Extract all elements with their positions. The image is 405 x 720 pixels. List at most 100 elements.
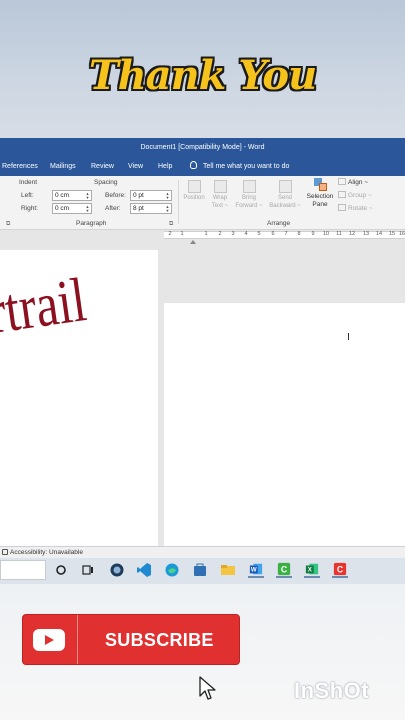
taskbar-search-box[interactable] (0, 560, 46, 580)
window-title: Document1 [Compatibility Mode] - Word (0, 138, 405, 158)
file-explorer-icon[interactable] (220, 562, 236, 578)
ribbon-layout: Indent Left: 0 cm ▲ ▼ Right: 0 cm ▲ ▼ Spac… (0, 176, 405, 230)
align-icon (338, 178, 346, 185)
ruler-tick: 10 (322, 231, 330, 237)
accessibility-icon (2, 549, 8, 555)
tell-me-search[interactable]: Tell me what you want to do (190, 158, 289, 176)
svg-text:C: C (281, 565, 288, 575)
ruler-tick: 1 (180, 231, 184, 237)
tab-references[interactable]: References (2, 158, 38, 176)
app-icon[interactable] (109, 562, 125, 578)
subscribe-button[interactable]: SUBSCRIBE (22, 614, 240, 665)
bring-forward-button[interactable]: Bring Forward ~ (233, 180, 265, 210)
indent-right-input[interactable]: 0 cm ▲ ▼ (52, 203, 92, 214)
spinner-icon[interactable]: ▲ ▼ (85, 205, 90, 213)
indent-right-value: 0 cm (55, 205, 70, 212)
svg-text:C: C (337, 565, 344, 575)
rotate-button[interactable]: Rotate ~ (338, 204, 373, 212)
ruler-tick: 2 (218, 231, 222, 237)
selection-pane-label-2: Pane (312, 201, 328, 208)
word-window: Document1 [Compatibility Mode] - Word Re… (0, 138, 405, 584)
group-label: Group ~ (348, 192, 372, 199)
ruler-tick: 12 (348, 231, 356, 237)
inshot-watermark: InShOt (294, 678, 370, 703)
tell-me-text: Tell me what you want to do (203, 163, 290, 170)
bring-forward-label: Bring (241, 195, 256, 201)
wrap-text-button[interactable]: Wrap Text ~ (207, 180, 233, 210)
spinner-icon[interactable]: ▲ ▼ (165, 205, 170, 213)
wordart-text[interactable]: rtrail (0, 263, 90, 348)
horizontal-ruler[interactable]: 2 1 1 2 3 4 5 6 7 8 9 10 11 12 13 14 15 … (164, 231, 405, 239)
position-label: Position (183, 195, 205, 201)
spacing-after-value: 8 pt (133, 205, 144, 212)
document-page-2[interactable] (164, 303, 405, 547)
camtasia-icon[interactable]: C (276, 562, 292, 578)
position-button[interactable]: Position (181, 180, 207, 202)
ruler-tick: 9 (311, 231, 315, 237)
tab-help[interactable]: Help (158, 158, 172, 176)
selection-pane-label: Selection (306, 193, 334, 200)
camtasia-recorder-icon[interactable]: C (332, 562, 348, 578)
word-icon[interactable]: W (248, 562, 264, 578)
ruler-tick: 4 (244, 231, 248, 237)
wrap-text-label: Wrap (212, 195, 228, 201)
align-button[interactable]: Align ~ (338, 178, 368, 186)
ruler-tick: 15 (388, 231, 396, 237)
ruler-tick: 7 (284, 231, 288, 237)
store-icon[interactable] (192, 562, 208, 578)
spacing-after-input[interactable]: 8 pt ▲ ▼ (130, 203, 172, 214)
bring-forward-label-2: Forward ~ (235, 203, 263, 209)
accessibility-status[interactable]: Accessibility: Unavailable (10, 549, 83, 556)
ruler-row: 2 1 1 2 3 4 5 6 7 8 9 10 11 12 13 14 15 … (0, 230, 405, 240)
spacing-before-label: Before: (105, 192, 126, 199)
ruler-tick: 13 (362, 231, 370, 237)
position-icon (187, 180, 201, 193)
dialog-launcher-icon[interactable]: ⧉ (6, 221, 10, 228)
spinner-icon[interactable]: ▲ ▼ (85, 192, 90, 200)
ruler-tick: 8 (297, 231, 301, 237)
ribbon-tabs: References Mailings Review View Help Tel… (0, 158, 405, 176)
send-backward-button[interactable]: Send Backward ~ (266, 180, 304, 210)
mouse-pointer-icon (199, 676, 216, 700)
spinner-icon[interactable]: ▲ ▼ (165, 192, 170, 200)
ruler-tick: 2 (168, 231, 172, 237)
excel-icon[interactable]: X (304, 562, 320, 578)
tab-mailings[interactable]: Mailings (50, 158, 76, 176)
ruler-tick: 6 (271, 231, 275, 237)
button-divider (77, 615, 78, 664)
send-backward-label: Send (277, 195, 292, 201)
spacing-label: Spacing (94, 179, 118, 186)
text-cursor (348, 333, 349, 340)
task-view-icon[interactable] (80, 562, 96, 578)
indent-label: Indent (19, 179, 38, 186)
tab-view[interactable]: View (128, 158, 143, 176)
ruler-tick: 3 (231, 231, 235, 237)
dialog-launcher-icon[interactable]: ⧉ (169, 221, 173, 228)
status-bar: Accessibility: Unavailable (0, 546, 405, 558)
wrap-text-label-2: Text ~ (211, 203, 229, 209)
bring-forward-icon (242, 180, 256, 193)
thank-you-text: Thank You (88, 52, 317, 99)
tab-review[interactable]: Review (91, 158, 114, 176)
indent-right-label: Right: (21, 205, 38, 212)
ruler-tick: 16 (398, 231, 405, 237)
align-label: Align ~ (348, 179, 369, 186)
document-page-1[interactable]: rtrail (0, 250, 158, 546)
edge-icon[interactable] (164, 562, 180, 578)
indent-left-input[interactable]: 0 cm ▲ ▼ (52, 190, 92, 201)
ruler-tick: 5 (257, 231, 261, 237)
group-divider (178, 180, 179, 224)
youtube-icon (33, 629, 65, 651)
vscode-icon[interactable] (136, 562, 152, 578)
group-button[interactable]: Group ~ (338, 191, 372, 199)
selection-pane-icon (313, 178, 328, 192)
wrap-text-icon (213, 180, 227, 193)
bottom-area: SUBSCRIBE InShOt (0, 584, 405, 720)
cortana-icon[interactable] (53, 562, 69, 578)
subscribe-label: SUBSCRIBE (105, 630, 214, 650)
ruler-tick: 11 (336, 231, 342, 237)
selection-pane-button[interactable]: Selection Pane (304, 178, 336, 209)
spacing-before-input[interactable]: 0 pt ▲ ▼ (130, 190, 172, 201)
indent-marker[interactable] (190, 240, 196, 244)
send-backward-icon (278, 180, 292, 193)
